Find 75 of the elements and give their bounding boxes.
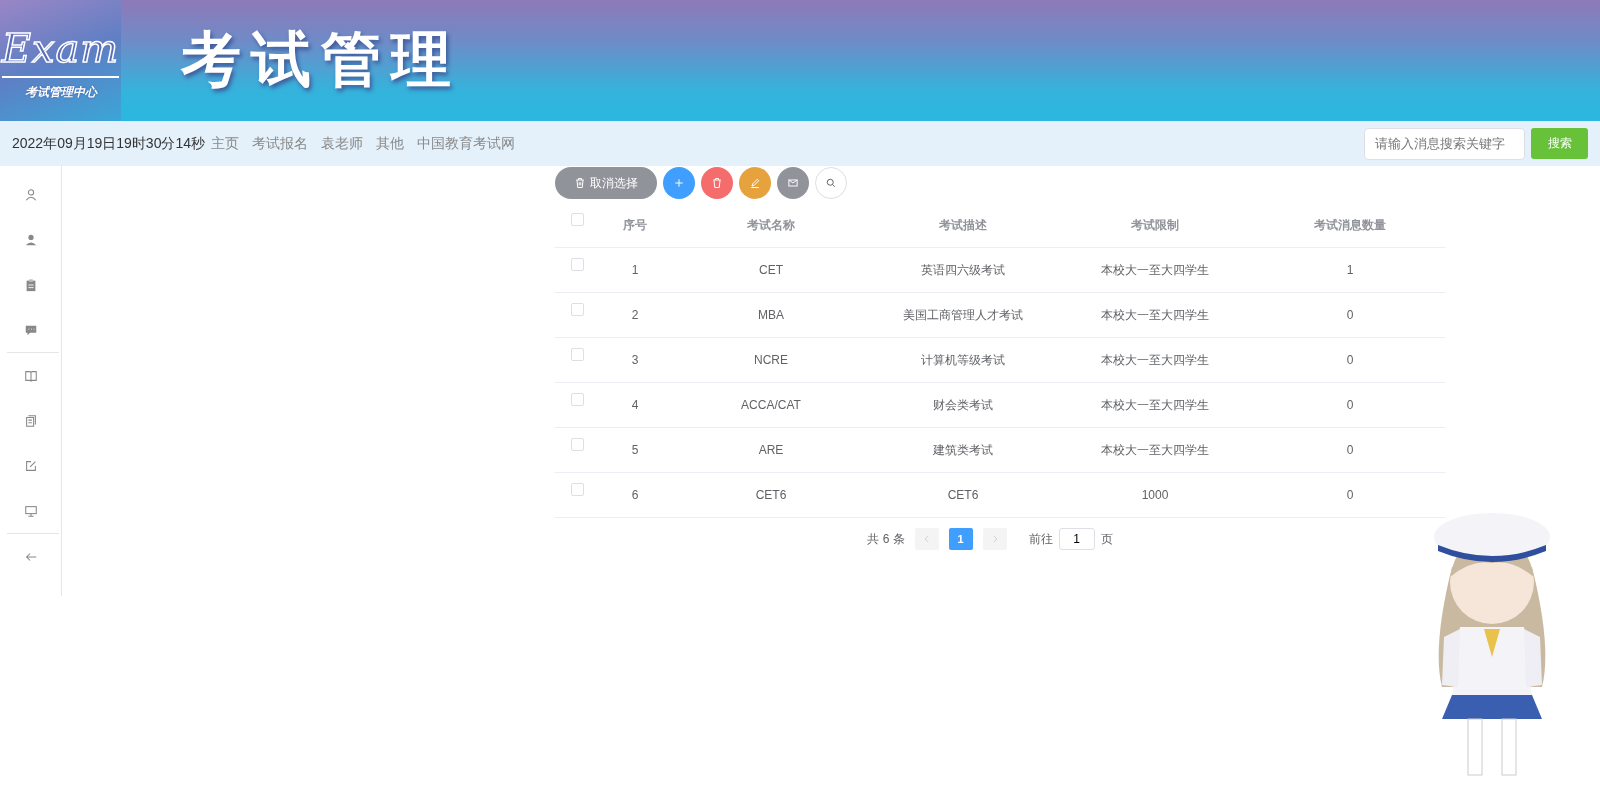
table-cell-text: 英语四六级考试: [920, 261, 1006, 279]
table-cell-text: 本校大一至大四学生: [1100, 396, 1210, 414]
table-cell-text: ACCA/CAT: [740, 398, 802, 412]
monitor-icon[interactable]: [23, 503, 38, 518]
add-button[interactable]: [663, 167, 695, 199]
nav-link[interactable]: 中国教育考试网: [417, 134, 515, 153]
table-cell-text: 5: [630, 443, 640, 457]
table-cell-text: 美国工商管理人才考试: [902, 306, 1024, 324]
clear-selection-button[interactable]: 取消选择: [555, 167, 657, 199]
table-cell-text: 财会类考试: [932, 396, 994, 414]
nav-link[interactable]: 主页: [211, 134, 239, 153]
table-cell-text: 1: [630, 263, 640, 277]
search-icon: [825, 177, 837, 189]
nav-link[interactable]: 袁老师: [321, 134, 363, 153]
checkbox[interactable]: [570, 438, 584, 451]
search-button[interactable]: 搜索: [1531, 128, 1588, 159]
page-unit-label: 页: [1100, 530, 1113, 548]
goto-label: 前往: [1028, 530, 1053, 548]
table-cell-text: 建筑类考试: [932, 441, 994, 459]
delete-button[interactable]: [701, 167, 733, 199]
table-cell-text: 1000: [1140, 488, 1170, 502]
column-header: 考试限制: [1130, 216, 1180, 234]
book-icon[interactable]: [23, 368, 38, 383]
checkbox[interactable]: [570, 393, 584, 406]
logo-text: Exam: [1, 28, 120, 78]
edit-icon[interactable]: [23, 458, 38, 473]
table-cell-text: 3: [630, 353, 640, 367]
table-cell-text: 0: [1345, 398, 1355, 412]
table-cell-text: CET: [758, 263, 784, 277]
table-cell-text: CET6: [946, 488, 980, 502]
table-cell-text: MBA: [757, 308, 785, 322]
checkbox[interactable]: [570, 348, 584, 361]
edit-button[interactable]: [739, 167, 771, 199]
message-button[interactable]: [777, 167, 809, 199]
column-header: 考试消息数量: [1313, 216, 1387, 234]
table-cell-text: NCRE: [753, 353, 789, 367]
table-cell-text: CET6: [754, 488, 788, 502]
table-cell-text: 1: [1345, 263, 1355, 277]
checkbox[interactable]: [570, 258, 584, 271]
nav-link[interactable]: 其他: [376, 134, 404, 153]
table-cell-text: 本校大一至大四学生: [1100, 261, 1210, 279]
logo-subtitle: 考试管理中心: [24, 84, 97, 101]
plus-icon: [673, 177, 685, 189]
search-button[interactable]: [815, 167, 847, 199]
trash-icon: [711, 177, 723, 189]
total-count: 共 6 条: [867, 530, 905, 548]
column-header: 序号: [622, 216, 648, 234]
table-cell-text: 本校大一至大四学生: [1100, 306, 1210, 324]
nav-link[interactable]: 考试报名: [252, 134, 308, 153]
date-time: 2022年09月19日19时30分14秒: [12, 134, 205, 153]
table-cell-text: 0: [1345, 353, 1355, 367]
table-cell-text: ARE: [757, 443, 785, 457]
table-cell-text: 0: [1345, 443, 1355, 457]
table-cell-text: 6: [630, 488, 640, 502]
search-field[interactable]: 请输入消息搜索关键字: [1364, 127, 1525, 160]
page-button[interactable]: 1: [948, 528, 973, 550]
column-header: 考试描述: [938, 216, 988, 234]
trash-icon: [574, 177, 586, 189]
table-cell-text: 本校大一至大四学生: [1100, 351, 1210, 369]
table-cell-text: 0: [1345, 488, 1355, 502]
checkbox[interactable]: [570, 213, 584, 226]
pencil-icon: [749, 177, 761, 189]
page-title: 考试管理: [181, 23, 461, 96]
table-cell-text: 0: [1345, 308, 1355, 322]
table-cell-text: 4: [630, 398, 640, 412]
table-cell-text: 本校大一至大四学生: [1100, 441, 1210, 459]
checkbox[interactable]: [570, 483, 584, 496]
checkbox[interactable]: [570, 303, 584, 316]
column-header: 考试名称: [746, 216, 796, 234]
table-cell-text: 2: [630, 308, 640, 322]
envelope-icon: [787, 177, 799, 189]
page-number-field[interactable]: 1: [1058, 528, 1095, 550]
user-icon[interactable]: [23, 187, 38, 202]
documents-icon[interactable]: [23, 413, 38, 428]
table-cell-text: 计算机等级考试: [920, 351, 1006, 369]
